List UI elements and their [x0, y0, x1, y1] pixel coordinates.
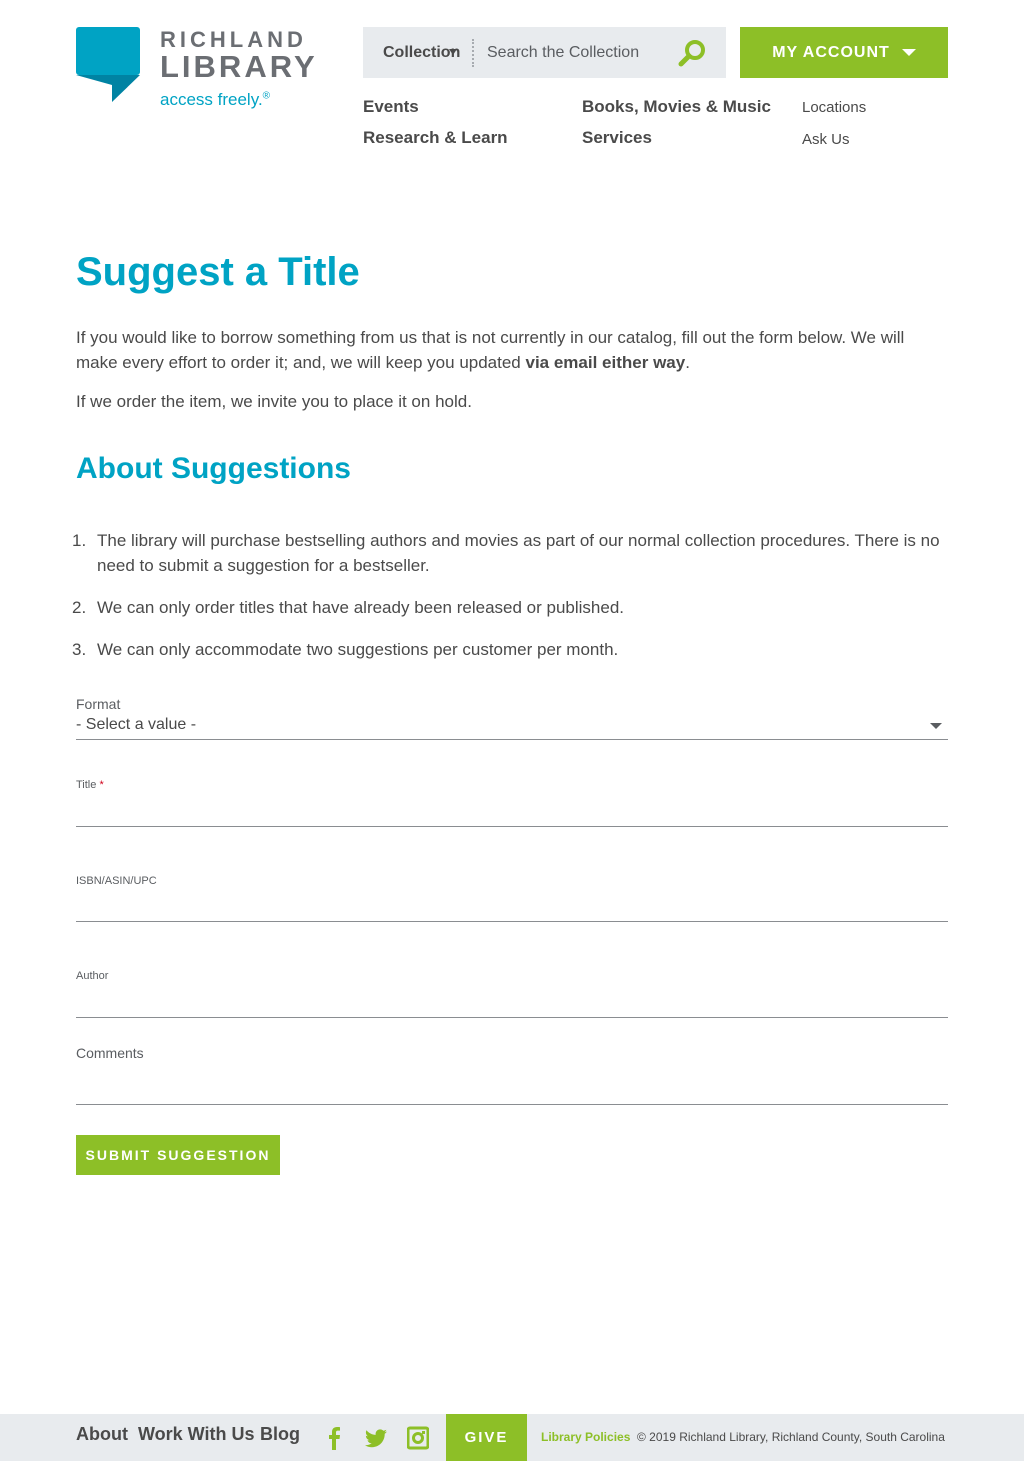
nav-ask-us[interactable]: Ask Us: [802, 131, 850, 148]
section-title-about-suggestions: About Suggestions: [76, 452, 351, 485]
list-item: 3. We can only accommodate two suggestio…: [72, 637, 948, 662]
list-item-number: 3.: [72, 640, 87, 659]
footer: About Work With Us Blog GIVE Library Pol…: [0, 1414, 1024, 1461]
search-icon[interactable]: [676, 37, 708, 69]
my-account-label: MY ACCOUNT: [772, 43, 890, 61]
give-button[interactable]: GIVE: [446, 1414, 527, 1461]
intro-hold-paragraph: If we order the item, we invite you to p…: [76, 392, 472, 411]
chevron-down-icon[interactable]: [930, 723, 942, 729]
search-input[interactable]: [487, 37, 667, 69]
isbn-underline: [76, 921, 948, 922]
facebook-icon[interactable]: [324, 1426, 346, 1450]
format-underline: [76, 739, 948, 740]
comments-field[interactable]: [76, 1075, 948, 1101]
intro-paragraph: If you would like to borrow something fr…: [76, 328, 905, 372]
submit-suggestion-button[interactable]: SUBMIT SUGGESTION: [76, 1135, 280, 1175]
list-item: 2. We can only order titles that have al…: [72, 595, 948, 620]
copyright-text: © 2019 Richland Library, Richland County…: [637, 1430, 945, 1444]
list-item-text: The library will purchase bestselling au…: [97, 531, 940, 575]
list-item-number: 1.: [72, 531, 87, 550]
site-logo[interactable]: RICHLAND LIBRARY access freely.®: [76, 27, 336, 117]
twitter-icon[interactable]: [364, 1426, 388, 1450]
nav-events[interactable]: Events: [363, 97, 419, 117]
author-underline: [76, 1017, 948, 1018]
list-item-text: We can only order titles that have alrea…: [97, 598, 625, 617]
comments-underline: [76, 1104, 948, 1105]
format-select[interactable]: - Select a value -: [76, 716, 196, 734]
isbn-field[interactable]: [76, 894, 948, 920]
footer-link-about[interactable]: About: [76, 1424, 128, 1445]
logo-tagline: access freely.®: [160, 90, 271, 109]
isbn-label: ISBN/ASIN/UPC: [76, 875, 157, 887]
logo-mark-icon: [76, 27, 140, 102]
search-divider: [472, 39, 474, 67]
search-bar: Collection: [363, 27, 726, 78]
library-policies-link[interactable]: Library Policies: [541, 1430, 630, 1444]
format-label: Format: [76, 696, 121, 712]
my-account-button[interactable]: MY ACCOUNT: [740, 27, 948, 78]
title-field[interactable]: [76, 799, 948, 825]
title-underline: [76, 826, 948, 827]
nav-services[interactable]: Services: [582, 128, 652, 148]
search-scope-caret-icon[interactable]: [449, 49, 457, 55]
comments-label: Comments: [76, 1045, 144, 1061]
title-label: Title *: [76, 779, 104, 791]
logo-text-library: LIBRARY: [160, 49, 318, 84]
chevron-down-icon: [901, 49, 916, 56]
list-item: 1. The library will purchase bestselling…: [72, 528, 948, 578]
intro-emphasis: via email either way: [525, 353, 686, 372]
required-marker: *: [99, 779, 104, 791]
instagram-icon[interactable]: [407, 1426, 429, 1450]
footer-link-blog[interactable]: Blog: [260, 1424, 300, 1445]
author-field[interactable]: [76, 990, 948, 1016]
list-item-text: We can only accommodate two suggestions …: [97, 640, 619, 659]
footer-link-work-with-us[interactable]: Work With Us: [138, 1424, 255, 1445]
author-label: Author: [76, 970, 109, 982]
nav-books-movies-music[interactable]: Books, Movies & Music: [582, 97, 771, 117]
nav-research-learn[interactable]: Research & Learn: [363, 128, 508, 148]
list-item-number: 2.: [72, 598, 87, 617]
nav-locations[interactable]: Locations: [802, 99, 866, 116]
page-title: Suggest a Title: [76, 250, 360, 294]
